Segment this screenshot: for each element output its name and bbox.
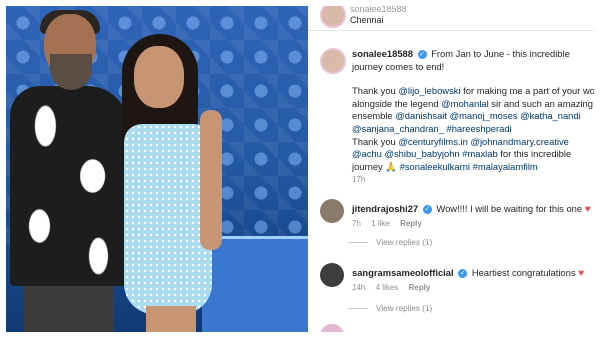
author-avatar[interactable] (320, 48, 346, 74)
comment-body: Wow!!!! I will be waiting for this one (436, 203, 583, 214)
post-photo[interactable] (6, 6, 308, 332)
comment-body: Heartiest congratulations (471, 267, 576, 278)
woman-dress (124, 124, 212, 314)
view-replies-label: View replies (1) (376, 238, 433, 247)
comment-likes[interactable]: 1 like (371, 219, 390, 228)
woman-arm (200, 110, 222, 250)
instagram-post-view: sonalee18588 Chennai sonalee18588 ✓ From… (6, 6, 594, 332)
replies-line (348, 308, 368, 310)
comment-meta: 14h 4 likes Reply (352, 283, 438, 292)
caption-text: Thank you (352, 135, 399, 147)
heart-emoji-icon: ♥ (584, 204, 591, 215)
comment-time[interactable]: 14h (352, 283, 365, 292)
verified-icon: ✓ (458, 269, 468, 279)
header-username[interactable]: sonalee18588 (350, 6, 407, 14)
next-commenter-avatar[interactable] (320, 324, 344, 332)
verified-icon: ✓ (417, 50, 427, 60)
divider (308, 30, 594, 31)
author-username[interactable]: sonalee18588 (352, 48, 413, 59)
reply-button[interactable]: Reply (400, 219, 422, 228)
comment-text: jitendrajoshi27 ✓ Wow!!!! I will be wait… (352, 203, 594, 216)
comment-likes[interactable]: 4 likes (376, 283, 399, 292)
reply-button[interactable]: Reply (409, 283, 431, 292)
commenter-avatar[interactable] (320, 199, 344, 223)
hashtag-link[interactable]: #sonaleekulkarni #malayalamfilm (400, 161, 538, 172)
mention-link[interactable]: @lijo_lebowski (398, 85, 460, 96)
view-replies-button[interactable]: View replies (1) (348, 304, 432, 313)
post-side-panel: sonalee18588 Chennai sonalee18588 ✓ From… (308, 6, 594, 332)
replies-line (348, 242, 368, 244)
table (202, 236, 308, 332)
heart-emoji-icon: ♥ (578, 268, 585, 279)
view-replies-button[interactable]: View replies (1) (348, 238, 432, 247)
comment-text: sangramsameolofficial ✓ Heartiest congra… (352, 267, 594, 280)
man-shirt (10, 86, 128, 286)
woman-legs (146, 306, 196, 332)
commenter-username[interactable]: sangramsameolofficial (352, 267, 454, 278)
post-timestamp[interactable]: 17h (352, 175, 365, 184)
mention-link[interactable]: @mohanlal (441, 98, 489, 109)
comment-meta: 7h 1 like Reply (352, 219, 430, 228)
verified-icon: ✓ (422, 205, 432, 215)
commenter-avatar[interactable] (320, 263, 344, 287)
comment-time[interactable]: 7h (352, 219, 361, 228)
commenter-username[interactable]: jitendrajoshi27 (352, 203, 418, 214)
woman-face (134, 46, 184, 108)
caption-text: Thank you (352, 85, 399, 97)
avatar[interactable] (320, 6, 346, 28)
location-label[interactable]: Chennai (350, 15, 384, 25)
post-caption: sonalee18588 ✓ From Jan to June - this i… (352, 48, 594, 173)
view-replies-label: View replies (1) (376, 304, 433, 313)
